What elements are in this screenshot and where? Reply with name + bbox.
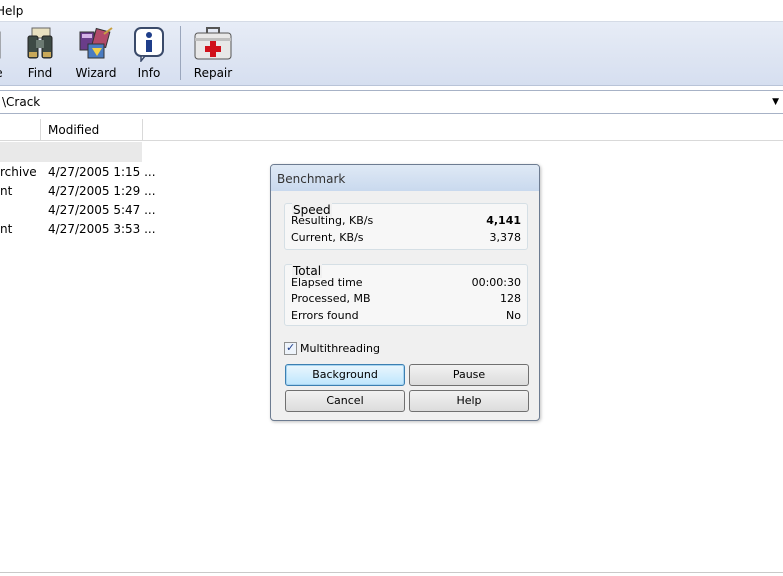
file-modified: 4/27/2005 1:15 ...	[48, 165, 156, 179]
info-label: Info	[137, 66, 161, 80]
errors-row: Errors found No	[291, 309, 521, 323]
file-name: nt	[0, 184, 13, 198]
menu-help[interactable]: Help	[0, 4, 23, 18]
column-divider[interactable]	[142, 119, 143, 141]
selected-row[interactable]	[0, 142, 142, 162]
file-list-header: Modified	[0, 119, 783, 141]
first-aid-kit-icon	[193, 26, 233, 62]
cancel-button[interactable]: Cancel	[285, 390, 405, 412]
checkbox-checked-icon[interactable]	[284, 341, 297, 355]
elapsed-time-label: Elapsed time	[291, 276, 363, 289]
current-speed-label: Current, KB/s	[291, 231, 364, 244]
multithreading-label: Multithreading	[300, 342, 380, 355]
errors-label: Errors found	[291, 309, 359, 322]
resulting-speed-row: Resulting, KB/s 4,141	[291, 214, 521, 228]
total-group: Total Elapsed time 00:00:30 Processed, M…	[284, 264, 528, 326]
column-header-modified[interactable]: Modified	[48, 123, 99, 137]
processed-row: Processed, MB 128	[291, 292, 521, 306]
file-modified: 4/27/2005 5:47 ...	[48, 203, 156, 217]
table-row[interactable]: rchive 4/27/2005 1:15 ...	[0, 163, 156, 182]
help-button[interactable]: Help	[409, 390, 529, 412]
menu-bar: Help	[0, 0, 783, 22]
partial-icon	[0, 26, 6, 62]
background-button[interactable]: Background	[285, 364, 405, 386]
wizard-icon	[78, 26, 114, 62]
toolbar-separator	[180, 26, 181, 80]
table-row[interactable]: nt 4/27/2005 3:53 ...	[0, 220, 156, 239]
current-speed-row: Current, KB/s 3,378	[291, 231, 521, 245]
resulting-speed-value: 4,141	[486, 214, 521, 227]
file-name: nt	[0, 222, 13, 236]
table-row[interactable]: 4/27/2005 5:47 ...	[0, 201, 156, 220]
address-bar[interactable]: \Crack ▼	[0, 90, 783, 114]
chevron-down-icon[interactable]: ▼	[772, 97, 779, 107]
status-divider	[0, 572, 783, 573]
address-path: \Crack	[2, 95, 41, 109]
pause-button[interactable]: Pause	[409, 364, 529, 386]
wizard-label: Wizard	[75, 66, 117, 80]
current-speed-value: 3,378	[489, 231, 522, 244]
info-button[interactable]: Info	[130, 26, 168, 82]
repair-button[interactable]: Repair	[192, 26, 234, 82]
processed-value: 128	[500, 292, 521, 305]
find-button[interactable]: Find	[20, 26, 60, 82]
info-icon	[131, 26, 167, 64]
find-label: Find	[27, 66, 53, 80]
file-modified: 4/27/2005 3:53 ...	[48, 222, 156, 236]
toolbar: e Find Wizard	[0, 22, 783, 86]
wizard-button[interactable]: Wizard	[74, 26, 118, 82]
errors-value: No	[506, 309, 521, 322]
toolbar-partial-button[interactable]: e	[0, 26, 6, 82]
file-modified: 4/27/2005 1:29 ...	[48, 184, 156, 198]
file-name: rchive	[0, 165, 37, 179]
binoculars-icon	[22, 26, 58, 62]
speed-group: Speed Resulting, KB/s 4,141 Current, KB/…	[284, 203, 528, 250]
table-row[interactable]: nt 4/27/2005 1:29 ...	[0, 182, 156, 201]
benchmark-dialog: Benchmark Speed Resulting, KB/s 4,141 Cu…	[270, 164, 540, 421]
elapsed-time-row: Elapsed time 00:00:30	[291, 276, 521, 290]
processed-label: Processed, MB	[291, 292, 371, 305]
repair-label: Repair	[193, 66, 233, 80]
dialog-title: Benchmark	[277, 172, 346, 186]
column-divider[interactable]	[40, 119, 41, 141]
dialog-title-bar[interactable]: Benchmark	[271, 165, 539, 191]
resulting-speed-label: Resulting, KB/s	[291, 214, 374, 227]
elapsed-time-value: 00:00:30	[471, 276, 521, 289]
